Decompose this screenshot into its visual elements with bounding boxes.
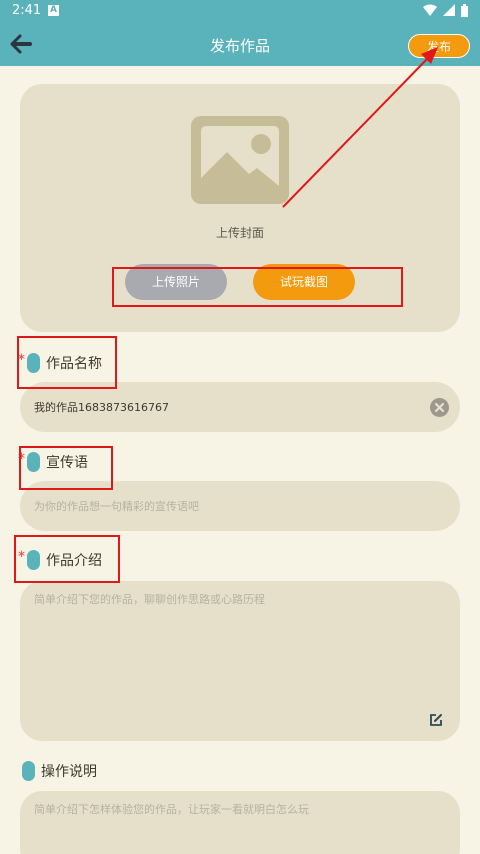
intro-placeholder: 简单介绍下您的作品，聊聊创作思路或心路历程	[34, 593, 265, 606]
work-name-input[interactable]: 我的作品1683873616767	[20, 382, 460, 432]
annotation-arrow	[282, 47, 438, 208]
instructions-placeholder: 简单介绍下怎样体验您的作品，让玩家一看就明白怎么玩	[34, 803, 309, 816]
annotation-box-slogan	[19, 446, 113, 490]
section-marker	[22, 761, 35, 781]
annotation-box-cover-buttons	[112, 267, 403, 307]
instructions-textarea[interactable]: 简单介绍下怎样体验您的作品，让玩家一看就明白怎么玩	[20, 791, 460, 854]
clear-icon[interactable]	[430, 398, 449, 417]
edit-icon[interactable]	[429, 713, 443, 727]
instructions-label: 操作说明	[13, 758, 123, 786]
work-name-value: 我的作品1683873616767	[34, 401, 169, 414]
annotation-box-work-name	[17, 336, 117, 389]
instructions-label-text: 操作说明	[41, 764, 97, 780]
slogan-placeholder: 为你的作品想一句精彩的宣传语吧	[34, 500, 199, 513]
intro-textarea[interactable]: 简单介绍下您的作品，聊聊创作思路或心路历程	[20, 581, 460, 741]
annotation-box-intro	[14, 535, 120, 583]
